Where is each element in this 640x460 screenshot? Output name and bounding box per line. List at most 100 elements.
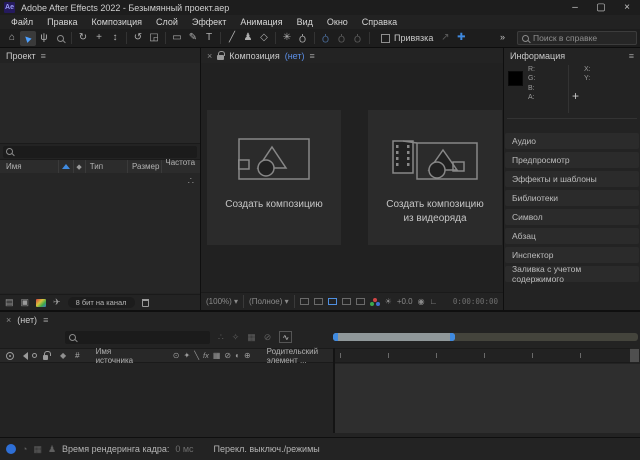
rotation-tool-icon[interactable]: ↺ <box>130 31 146 46</box>
dock-tab-character[interactable]: Символ <box>505 209 639 225</box>
pen-tool-icon[interactable]: ✎ <box>185 31 201 46</box>
draft-switch-icon[interactable]: ╲ <box>194 351 199 360</box>
exposure-value[interactable]: +0.0 <box>397 297 413 306</box>
time-ruler[interactable] <box>335 348 630 363</box>
3d-switch-icon[interactable]: ⊕ <box>244 351 251 360</box>
sort-ascending-icon[interactable] <box>62 164 70 169</box>
toolbar-overflow-icon[interactable]: » <box>500 32 505 42</box>
zoom-tool-icon[interactable] <box>52 31 68 46</box>
roto-brush-tool-icon[interactable]: ✳ <box>279 31 295 46</box>
new-folder-icon[interactable]: ▣ <box>21 298 30 307</box>
visibility-eye-icon[interactable] <box>6 352 14 360</box>
graph-editor-icon[interactable]: ∿ <box>279 331 292 343</box>
pan-camera-icon[interactable]: + <box>91 31 107 46</box>
transparency-grid-icon[interactable] <box>314 298 323 305</box>
fx-switch-icon[interactable]: fx <box>203 351 209 360</box>
resolution-select[interactable]: (Полное) ▾ <box>249 297 289 306</box>
maximize-button[interactable]: ▢ <box>588 0 614 15</box>
pan-behind-tool-icon[interactable]: ◲ <box>146 31 162 46</box>
selection-tool-icon[interactable]: ► <box>20 31 36 46</box>
help-search-box[interactable] <box>517 31 637 45</box>
audio-speaker-icon[interactable] <box>19 352 28 360</box>
timeline-search-input[interactable] <box>79 333 206 342</box>
adjustment-switch-icon[interactable]: ◐ <box>235 351 240 360</box>
dolly-camera-icon[interactable]: ↕ <box>107 31 123 46</box>
bit-depth-button[interactable]: 8 бит на канал <box>68 297 135 308</box>
exposure-icon[interactable]: ☀ <box>385 297 392 306</box>
project-settings-icon[interactable]: ✈ <box>53 298 61 307</box>
layer-track-area[interactable] <box>335 364 640 433</box>
create-composition-button[interactable]: Создать композицию <box>207 110 341 245</box>
dock-tab-paragraph[interactable]: Абзац <box>505 228 639 244</box>
column-source-name[interactable]: Имя источника <box>96 347 135 365</box>
project-search-input[interactable] <box>16 147 194 156</box>
rulers-icon[interactable] <box>356 298 365 305</box>
menu-window[interactable]: Окно <box>320 17 355 27</box>
column-name[interactable]: Имя <box>6 162 22 171</box>
draft-3d-icon[interactable]: ✧ <box>232 333 240 342</box>
menu-layer[interactable]: Слой <box>149 17 185 27</box>
tag-icon[interactable]: ◆ <box>76 163 81 171</box>
dock-tab-preview[interactable]: Предпросмотр <box>505 152 639 168</box>
project-search-box[interactable] <box>3 146 197 158</box>
menu-file[interactable]: Файл <box>4 17 40 27</box>
toggle-switches-modes-button[interactable]: Перекл. выключ./режимы <box>214 444 320 454</box>
layer-list-area[interactable] <box>0 364 333 433</box>
timeline-tab-label[interactable]: (нет) <box>17 315 37 325</box>
column-parent[interactable]: Родительский элемент ... <box>267 347 333 365</box>
quality-switch-icon[interactable]: ⊙ <box>173 351 180 360</box>
panel-menu-icon[interactable]: ≡ <box>310 51 315 61</box>
eraser-tool-icon[interactable]: ◇ <box>256 31 272 46</box>
lock-icon[interactable] <box>217 55 224 60</box>
timeline-scrollbar[interactable] <box>630 349 639 362</box>
mask-visibility-icon[interactable] <box>328 298 337 305</box>
timecode-display[interactable]: 0:00:00:00 <box>453 297 498 306</box>
collapse-switch-icon[interactable]: ✦ <box>183 351 190 360</box>
menu-composition[interactable]: Композиция <box>85 17 149 27</box>
mini-flowchart-icon[interactable]: ∴ <box>218 333 224 342</box>
guides-icon[interactable] <box>342 298 351 305</box>
dock-tab-libraries[interactable]: Библиотеки <box>505 190 639 206</box>
column-size[interactable]: Размер <box>132 162 160 171</box>
timeline-search-box[interactable] <box>65 331 210 344</box>
menu-animation[interactable]: Анимация <box>233 17 289 27</box>
work-area-bar[interactable] <box>333 333 638 341</box>
new-composition-icon[interactable] <box>36 299 46 307</box>
frame-blend-switch-icon[interactable]: ▦ <box>213 351 221 360</box>
3d-view-icon[interactable]: ∟ <box>430 297 438 306</box>
motion-blur-switch-icon[interactable]: ⊘ <box>224 351 231 360</box>
clone-stamp-tool-icon[interactable]: ♟ <box>240 31 256 46</box>
region-of-interest-icon[interactable] <box>300 298 309 305</box>
panel-menu-icon[interactable]: ≡ <box>41 51 46 61</box>
dock-tab-content-aware-fill[interactable]: Заливка с учетом содержимого <box>505 266 639 282</box>
hand-tool-icon[interactable]: ψ <box>36 31 52 46</box>
work-area-start-handle[interactable] <box>333 333 338 341</box>
column-type[interactable]: Тип <box>90 162 103 171</box>
render-time-icon[interactable] <box>6 444 16 454</box>
channel-select-icon[interactable] <box>370 298 380 306</box>
shape-tool-icon[interactable]: ▭ <box>169 31 185 46</box>
grid-options-icon[interactable]: ✚ <box>453 31 469 46</box>
help-search-input[interactable] <box>533 33 632 43</box>
minimize-button[interactable]: – <box>562 0 588 15</box>
menu-edit[interactable]: Правка <box>40 17 84 27</box>
close-button[interactable]: × <box>614 0 640 15</box>
work-area-end-handle[interactable] <box>450 333 455 341</box>
project-items-area[interactable]: ∴ <box>0 173 200 293</box>
solo-icon[interactable] <box>32 353 37 358</box>
flowchart-icon[interactable]: ∴ <box>188 176 194 187</box>
project-panel-title[interactable]: Проект <box>6 51 36 61</box>
lock-icon[interactable] <box>43 355 48 360</box>
snapshot-camera-icon[interactable]: ◉ <box>418 297 425 306</box>
delete-icon[interactable] <box>142 299 149 307</box>
menu-view[interactable]: Вид <box>290 17 320 27</box>
close-tab-icon[interactable]: × <box>207 51 212 61</box>
frame-blending-icon[interactable]: ▦ <box>33 445 42 454</box>
create-composition-from-footage-button[interactable]: Создать композицию из видеоряда <box>368 110 502 245</box>
hide-shy-layers-icon[interactable]: ▦ <box>247 333 256 342</box>
motion-blur-icon[interactable]: ♟ <box>48 445 56 454</box>
panel-menu-icon[interactable]: ≡ <box>629 51 634 61</box>
info-panel-title[interactable]: Информация <box>510 51 565 61</box>
zoom-select[interactable]: (100%) ▾ <box>206 297 238 306</box>
panel-menu-icon[interactable]: ≡ <box>43 315 48 325</box>
